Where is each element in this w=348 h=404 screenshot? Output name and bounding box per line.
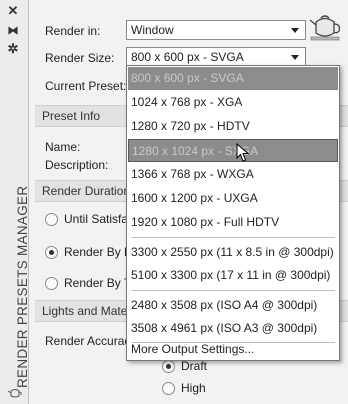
render-size-option[interactable]: 2480 x 3508 px (ISO A4 @ 300dpi) <box>128 294 338 317</box>
render-by-time-label: Render By T <box>64 276 132 290</box>
high-label: High <box>181 381 206 395</box>
palette-title-bar: ✕ ⧓ ✲ RENDER PRESETS MANAGER <box>0 0 30 404</box>
render-accuracy-label: Render Accurac <box>45 334 131 348</box>
render-size-label: Render Size: <box>45 51 115 65</box>
properties-icon[interactable]: ✲ <box>5 42 21 56</box>
draft-label: Draft <box>181 359 208 373</box>
render-size-option[interactable]: 1280 x 1024 px - SXGA <box>128 139 338 162</box>
render-size-option[interactable]: 1600 x 1200 px - UXGA <box>128 187 338 210</box>
render-by-level-label: Render By L <box>64 245 131 259</box>
chevron-down-icon <box>291 28 299 33</box>
teapot-icon <box>7 389 22 398</box>
mouse-pointer-icon <box>236 143 250 162</box>
render-size-select[interactable]: 800 x 600 px - SVGA <box>126 47 306 67</box>
render-size-option[interactable]: 3508 x 4961 px (ISO A3 @ 300dpi) <box>128 317 338 340</box>
auto-hide-icon[interactable]: ⧓ <box>5 24 21 38</box>
render-size-option[interactable]: 5100 x 3300 px (17 x 11 in @ 300dpi) <box>128 264 338 287</box>
render-in-select[interactable]: Window <box>126 20 306 40</box>
render-by-level-radio[interactable] <box>45 246 58 259</box>
render-size-dropdown-list: 800 x 600 px - SVGA 1024 x 768 px - XGA … <box>126 65 340 361</box>
preset-info-header: Preset Info <box>42 109 101 123</box>
current-preset-label: Current Preset: <box>45 79 127 93</box>
render-size-option[interactable]: 800 x 600 px - SVGA <box>128 67 338 90</box>
render-size-option[interactable]: 1280 x 720 px - HDTV <box>128 115 338 138</box>
dropdown-separator <box>132 237 335 238</box>
render-teapot-icon[interactable] <box>307 9 343 43</box>
dropdown-separator <box>132 290 335 291</box>
render-in-value: Window <box>131 23 174 37</box>
more-output-settings-option[interactable]: More Output Settings... <box>128 338 338 361</box>
render-by-time-radio[interactable] <box>45 277 58 290</box>
close-icon[interactable]: ✕ <box>5 4 21 18</box>
draft-radio[interactable] <box>162 360 175 373</box>
lights-and-materials-header: Lights and Mate <box>42 304 128 318</box>
name-label: Name: <box>45 140 81 154</box>
render-size-option[interactable]: 1366 x 768 px - WXGA <box>128 163 338 186</box>
render-size-option[interactable]: 1024 x 768 px - XGA <box>128 91 338 114</box>
render-duration-header: Render Duration <box>42 184 131 198</box>
render-size-value: 800 x 600 px - SVGA <box>131 50 244 64</box>
render-size-option[interactable]: 1920 x 1080 px - Full HDTV <box>128 211 338 234</box>
high-radio[interactable] <box>162 382 175 395</box>
until-satisfactory-label: Until Satisfa <box>64 212 129 226</box>
render-in-label: Render in: <box>45 24 101 38</box>
palette-title: RENDER PRESETS MANAGER <box>15 185 30 388</box>
until-satisfactory-radio[interactable] <box>45 213 58 226</box>
description-label: Description: <box>45 158 109 172</box>
chevron-down-icon <box>291 55 299 60</box>
render-size-option[interactable]: 3300 x 2550 px (11 x 8.5 in @ 300dpi) <box>128 241 338 264</box>
